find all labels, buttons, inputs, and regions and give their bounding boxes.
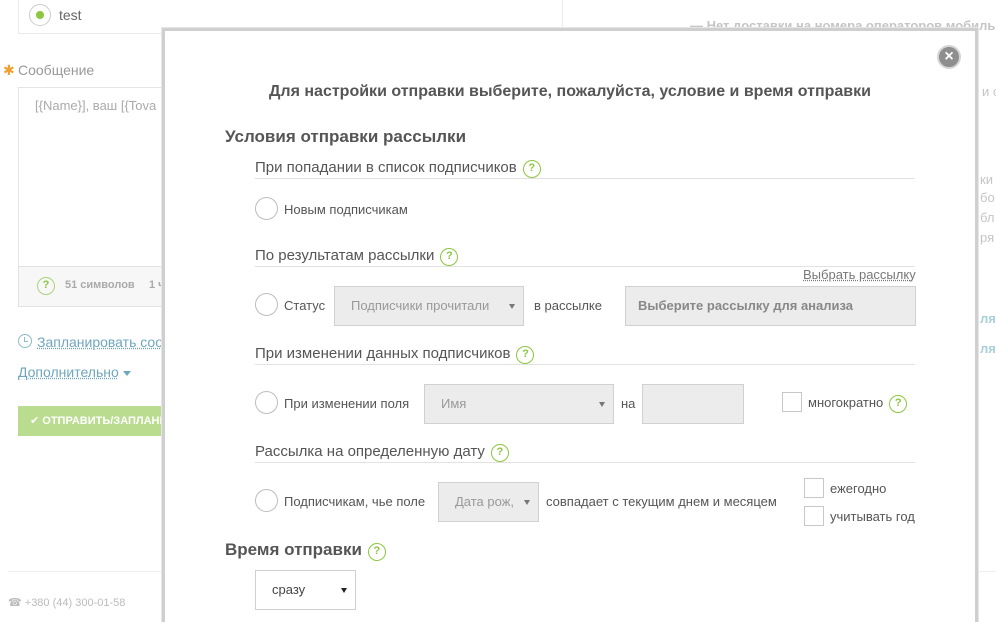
chevron-down-icon <box>509 304 515 309</box>
send-settings-modal: × Для настройки отправки выберите, пожал… <box>162 28 978 622</box>
section-divider <box>255 178 915 179</box>
list-section-title-text: При попадании в список подписчиков <box>255 159 517 176</box>
field-change-label: При изменении поля <box>284 396 410 411</box>
date-section-title-text: Рассылка на определенную дату <box>255 443 485 460</box>
chevron-down-icon <box>599 402 605 407</box>
date-radio[interactable] <box>255 489 278 512</box>
change-section-title-text: При изменении данных подписчиков <box>255 345 511 362</box>
help-icon[interactable]: ? <box>522 160 541 178</box>
send-time-select-value: сразу <box>272 582 306 597</box>
help-icon[interactable]: ? <box>367 543 386 561</box>
conditions-title-text: Условия отправки рассылки <box>225 127 467 146</box>
status-label: Статус <box>284 298 326 313</box>
help-icon[interactable]: ? <box>440 248 459 266</box>
to-label: на <box>621 396 636 411</box>
send-time-select[interactable]: сразу <box>255 570 356 610</box>
chevron-down-icon <box>524 500 530 505</box>
date-field-select[interactable]: Дата рож, <box>438 482 539 522</box>
schedule-link[interactable]: Запланировать сооб <box>37 334 171 350</box>
change-section-title: При изменении данных подписчиков? <box>255 345 535 364</box>
help-icon[interactable]: ? <box>889 395 908 413</box>
right-panel-fragment: бо <box>980 190 995 205</box>
footer-phone-number: +380 (44) 300-01-58 <box>24 597 126 609</box>
list-section-title: При попадании в список подписчиков? <box>255 159 541 178</box>
footer-phone: ☎ +380 (44) 300-01-58 <box>8 597 126 609</box>
status-select-value: Подписчики прочитали <box>351 298 490 313</box>
close-button[interactable]: × <box>937 45 961 69</box>
right-panel-fragment: ря <box>980 230 995 245</box>
field-change-radio[interactable] <box>255 391 278 414</box>
field-select[interactable]: Имя <box>424 384 614 424</box>
in-mailing-label: в рассылке <box>534 298 602 313</box>
field-select-value: Имя <box>441 396 467 411</box>
yearly-checkbox[interactable] <box>804 478 824 498</box>
help-icon[interactable]: ? <box>490 444 509 462</box>
char-count: 51 символов <box>65 279 135 291</box>
date-match-label: совпадает с текущим днем и месяцем <box>546 494 777 509</box>
new-value-input[interactable] <box>642 384 744 424</box>
message-label: Сообщение <box>18 62 95 78</box>
choose-mailing-box[interactable]: Выберите рассылку для анализа <box>625 286 916 326</box>
yearly-label: ежегодно <box>830 481 887 496</box>
new-subscribers-radio[interactable] <box>255 197 278 220</box>
results-section-title-text: По результатам рассылки <box>255 247 435 264</box>
date-section-title: Рассылка на определенную дату? <box>255 443 509 462</box>
repeat-label-text: многократно <box>808 395 884 410</box>
new-subscribers-label: Новым подписчикам <box>284 202 408 217</box>
required-star-icon: ✱ <box>3 62 15 78</box>
clock-icon <box>18 334 32 348</box>
status-radio[interactable] <box>255 293 278 316</box>
right-panel-link[interactable]: ля с <box>980 311 996 326</box>
modal-title: Для настройки отправки выберите, пожалуй… <box>269 83 871 100</box>
repeat-checkbox[interactable] <box>782 392 802 412</box>
section-divider <box>255 364 915 365</box>
consider-year-checkbox[interactable] <box>804 506 824 526</box>
help-icon[interactable]: ? <box>37 277 55 295</box>
message-text: [{Name}], ваш [{Tova <box>35 98 157 113</box>
right-panel-link[interactable]: ля с <box>980 341 996 356</box>
time-title-text: Время отправки <box>225 540 362 559</box>
date-field-label: Подписчикам, чье поле <box>284 494 426 509</box>
consider-year-label: учитывать год <box>830 509 915 524</box>
right-panel-fragment: и сс <box>982 84 996 99</box>
section-divider <box>255 462 915 463</box>
status-select[interactable]: Подписчики прочитали <box>334 286 524 326</box>
choose-mailing-link[interactable]: Выбрать рассылку <box>803 267 916 282</box>
chevron-down-icon <box>341 588 347 593</box>
list-radio-label: test <box>59 7 82 23</box>
extra-options-label: Дополнительно <box>18 364 119 380</box>
time-title: Время отправки? <box>225 540 386 561</box>
caret-down-icon <box>122 370 131 376</box>
right-panel-fragment: бл <box>980 210 995 225</box>
right-panel-fragment: ки <box>980 172 993 187</box>
conditions-title: Условия отправки рассылки <box>225 127 466 147</box>
results-section-title: По результатам рассылки? <box>255 247 459 266</box>
extra-options-link[interactable]: Дополнительно <box>18 364 131 380</box>
date-field-select-value: Дата рож, <box>455 494 515 509</box>
list-radio-selected[interactable] <box>29 4 51 26</box>
help-icon[interactable]: ? <box>516 346 535 364</box>
repeat-label: многократно? <box>808 395 908 413</box>
